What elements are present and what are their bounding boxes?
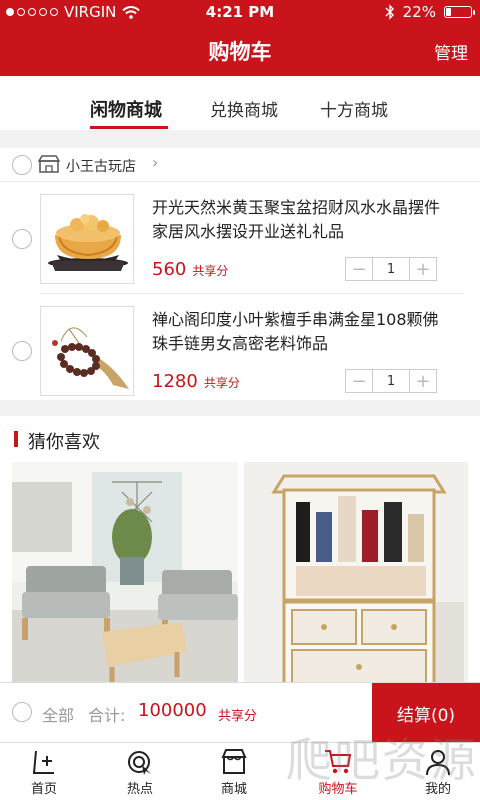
decrease-button[interactable]: − xyxy=(346,370,372,392)
tabbar-label: 商城 xyxy=(220,782,247,797)
battery-level xyxy=(446,8,451,16)
store-icon xyxy=(221,749,247,774)
hot-icon xyxy=(128,751,151,775)
total-label: 合计: xyxy=(88,706,126,725)
chevron-right-icon: › xyxy=(152,153,159,172)
recommend-title: 猜你喜欢 xyxy=(28,432,100,453)
select-all-radio[interactable] xyxy=(12,702,32,722)
quantity-value[interactable]: 1 xyxy=(372,370,410,392)
jade-bowl-image xyxy=(48,214,128,271)
share-label: 共享分 xyxy=(203,376,240,390)
quantity-stepper: − 1 + xyxy=(345,369,437,393)
tabbar-item-mall[interactable]: 商城 xyxy=(198,747,270,797)
shop-name: 小王古玩店 xyxy=(66,159,136,175)
battery-icon xyxy=(444,6,475,18)
product-image[interactable] xyxy=(40,306,134,396)
cart-item[interactable]: 开光天然米黄玉聚宝盆招财风水水晶摆件家居风水摆设开业送礼礼品 560 共享分 − … xyxy=(0,184,480,294)
store-icon xyxy=(38,155,60,173)
tabbar-item-home[interactable]: 首页 xyxy=(8,747,80,797)
select-all-label[interactable]: 全部 xyxy=(42,702,74,726)
mall-tabs: 闲物商城 兑换商城 十方商城 xyxy=(0,76,480,130)
section-marker xyxy=(14,431,18,447)
recommend-card-organizer[interactable] xyxy=(244,462,468,684)
shop-header[interactable]: 小王古玩店 › xyxy=(0,148,480,182)
checkout-bar: 全部 合计: 100000 共享分 结算(0) xyxy=(0,682,480,743)
bracelet-image xyxy=(52,327,129,389)
living-room-image xyxy=(12,462,238,684)
price-value: 1280 xyxy=(152,371,198,392)
home-icon xyxy=(32,750,54,774)
product-image[interactable] xyxy=(40,194,134,284)
price-value: 560 xyxy=(152,259,187,280)
battery-percent: 22% xyxy=(402,3,436,21)
quantity-value[interactable]: 1 xyxy=(372,258,410,280)
bluetooth-icon xyxy=(385,4,394,20)
tab-exchange-mall[interactable]: 兑换商城 xyxy=(210,96,278,121)
tabbar-item-hot[interactable]: 热点 xyxy=(104,747,176,797)
recommend-section: 猜你喜欢 xyxy=(0,416,480,684)
tab-shifang-mall[interactable]: 十方商城 xyxy=(320,96,388,121)
recommend-card-sofa[interactable] xyxy=(12,462,238,684)
total-value: 100000 xyxy=(138,700,207,721)
tabbar-item-mine[interactable]: 我的 xyxy=(402,747,474,797)
page-title: 购物车 xyxy=(208,40,272,64)
user-icon xyxy=(426,750,450,776)
share-label: 共享分 xyxy=(192,264,229,278)
nav-bar: 购物车 管理 xyxy=(0,24,480,76)
cart-section: 小王古玩店 › 开光天然米黄玉聚宝盆招财风水水晶摆件家居风水摆设开业送礼礼品 5… xyxy=(0,148,480,400)
product-price: 560 共享分 xyxy=(152,259,228,280)
increase-button[interactable]: + xyxy=(410,258,436,280)
manage-button[interactable]: 管理 xyxy=(434,39,468,64)
total-share-label: 共享分 xyxy=(218,709,258,724)
product-price: 1280 共享分 xyxy=(152,371,240,392)
cart-item[interactable]: 禅心阁印度小叶紫檀手串满金星108颗佛珠手链男女高密老料饰品 1280 共享分 −… xyxy=(0,296,480,406)
tabbar-label: 热点 xyxy=(126,782,153,797)
tabbar-label: 我的 xyxy=(424,782,451,797)
increase-button[interactable]: + xyxy=(410,370,436,392)
item-select-radio[interactable] xyxy=(12,341,32,361)
quantity-stepper: − 1 + xyxy=(345,257,437,281)
status-right: 22% xyxy=(385,3,475,21)
tabbar-label: 购物车 xyxy=(318,782,358,797)
cart-icon xyxy=(325,750,352,774)
product-name[interactable]: 禅心阁印度小叶紫檀手串满金星108颗佛珠手链男女高密老料饰品 xyxy=(152,308,452,356)
product-name[interactable]: 开光天然米黄玉聚宝盆招财风水水晶摆件家居风水摆设开业送礼礼品 xyxy=(152,196,452,244)
tab-bar: 首页 热点 商城 购物车 我的 xyxy=(0,742,480,800)
decrease-button[interactable]: − xyxy=(346,258,372,280)
status-bar: VIRGIN 4:21 PM 22% xyxy=(0,0,480,24)
active-tab-indicator xyxy=(90,126,168,129)
item-select-radio[interactable] xyxy=(12,229,32,249)
divider xyxy=(40,293,464,294)
tab-idle-mall[interactable]: 闲物商城 xyxy=(90,96,162,122)
shop-select-radio[interactable] xyxy=(12,155,32,175)
tabbar-item-cart[interactable]: 购物车 xyxy=(302,747,374,797)
tabbar-label: 首页 xyxy=(30,782,57,797)
checkout-button[interactable]: 结算(0) xyxy=(372,683,480,743)
cosmetic-organizer-image xyxy=(244,462,468,684)
header: VIRGIN 4:21 PM 22% 购物车 管理 xyxy=(0,0,480,76)
